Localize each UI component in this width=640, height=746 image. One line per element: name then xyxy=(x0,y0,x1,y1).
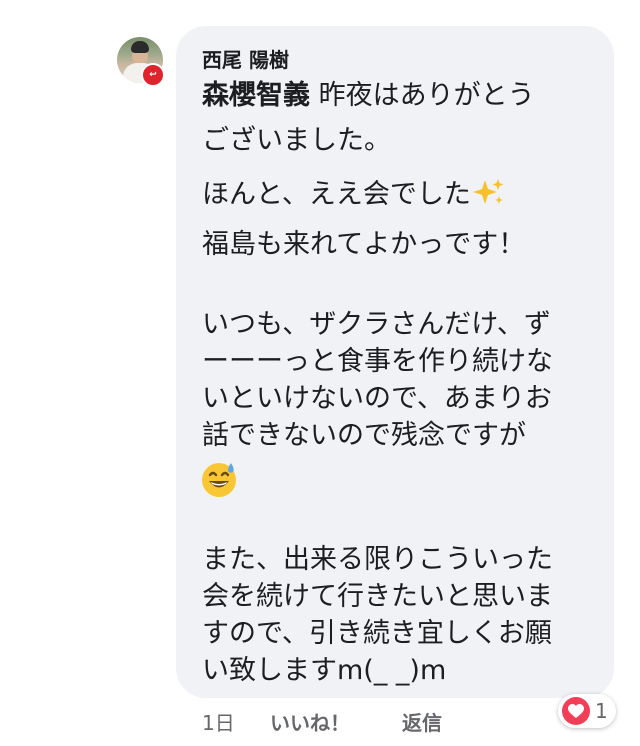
like-button[interactable]: いいね！ xyxy=(270,707,350,736)
comment-line: いといけないので、あまりお xyxy=(202,383,552,414)
sparkles-icon xyxy=(471,176,505,213)
comment-line: ございました。 xyxy=(202,125,391,156)
comment-line: ーーーっと食事を作り続けな xyxy=(202,346,553,377)
comment-line: 会を続けて行きたいと思いま xyxy=(202,581,553,612)
grinning-sweat-emoji-icon xyxy=(200,460,238,498)
reaction-count: 1 xyxy=(595,699,608,723)
comment-text: ほんと、ええ会でした xyxy=(202,179,471,210)
heart-icon xyxy=(562,697,590,725)
comment-line: い致しますm(_ _)m xyxy=(202,655,447,686)
avatar-hair-shape xyxy=(131,41,149,53)
comment-line: すので、引き続き宜しくお願 xyxy=(202,618,552,649)
reaction-summary[interactable]: 1 xyxy=(558,694,616,728)
profile-badge-icon: ↩ xyxy=(141,63,165,87)
comment-line: ほんと、ええ会でした xyxy=(202,176,505,213)
mention-link[interactable]: 森櫻智義 xyxy=(202,80,310,111)
comment-line: 森櫻智義 昨夜はありがとう xyxy=(202,77,535,114)
comment-line: いつも、ザクラさんだけ、ず xyxy=(202,309,551,340)
comment-timestamp[interactable]: 1日 xyxy=(202,707,235,736)
comment-line: また、出来る限りこういった xyxy=(202,544,553,575)
comment-line: 福島も来れてよかっです！ xyxy=(202,229,526,260)
reply-button[interactable]: 返信 xyxy=(402,707,442,736)
comment-text: 昨夜はありがとう xyxy=(310,80,535,111)
comment-author[interactable]: 西尾 陽樹 xyxy=(202,44,289,73)
comment-line: 話できないので残念ですが xyxy=(202,420,526,451)
